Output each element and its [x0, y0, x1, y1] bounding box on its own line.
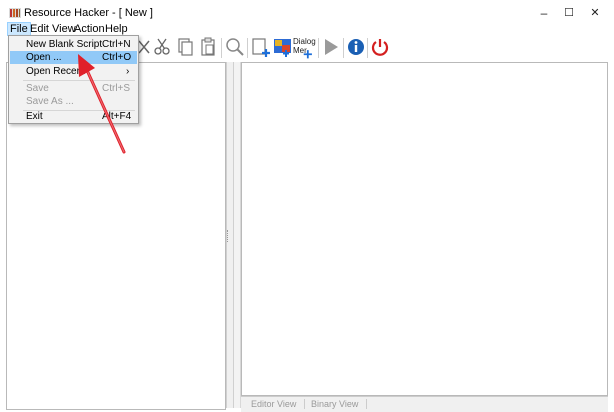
info-icon[interactable] [345, 36, 367, 58]
menu-item-new-blank-script[interactable]: New Blank Script Ctrl+N [10, 38, 137, 51]
splitter-grip [227, 230, 232, 242]
menu-item-open[interactable]: Open ... Ctrl+O [10, 51, 137, 64]
menu-item-open-recent[interactable]: Open Recent › [10, 65, 137, 78]
power-icon[interactable] [369, 36, 391, 58]
image-resource-icon[interactable] [272, 36, 294, 58]
menu-item-exit[interactable]: Exit Alt+F4 [10, 110, 137, 123]
menu-item-save-as[interactable]: Save As ... [10, 95, 137, 108]
toolbar-separator [343, 38, 344, 58]
paste-icon[interactable] [197, 36, 219, 58]
copy-icon[interactable] [174, 36, 196, 58]
scissors-icon[interactable] [151, 36, 173, 58]
title-bar: Resource Hacker - [ New ] – ☐ ✕ [0, 0, 614, 22]
toolbar-separator [221, 38, 222, 58]
menu-bar: File Edit View Action Help [0, 22, 614, 37]
dialog-merge-icon[interactable] [298, 42, 316, 60]
editor-pane[interactable] [241, 62, 608, 396]
tab-editor-view[interactable]: Editor View [243, 399, 306, 409]
menu-separator [23, 80, 135, 81]
tab-binary-view[interactable]: Binary View [303, 399, 368, 409]
toolbar-separator [318, 38, 319, 58]
window-title: Resource Hacker - [ New ] [24, 7, 153, 19]
editor-gutter [234, 62, 241, 408]
toolbar-separator [247, 38, 248, 58]
submenu-arrow-icon: › [126, 66, 130, 77]
close-button[interactable]: ✕ [583, 4, 607, 22]
view-tabs: Editor View Binary View [241, 396, 608, 412]
maximize-button[interactable]: ☐ [557, 4, 581, 22]
file-menu-dropdown: New Blank Script Ctrl+N Open ... Ctrl+O … [8, 35, 139, 124]
find-icon[interactable] [224, 36, 246, 58]
toolbar-separator [367, 38, 368, 58]
menu-item-save[interactable]: Save Ctrl+S [10, 82, 137, 95]
add-resource-icon[interactable] [250, 36, 272, 58]
run-script-icon[interactable] [320, 36, 342, 58]
app-icon [9, 8, 21, 18]
minimize-button[interactable]: – [532, 4, 556, 22]
